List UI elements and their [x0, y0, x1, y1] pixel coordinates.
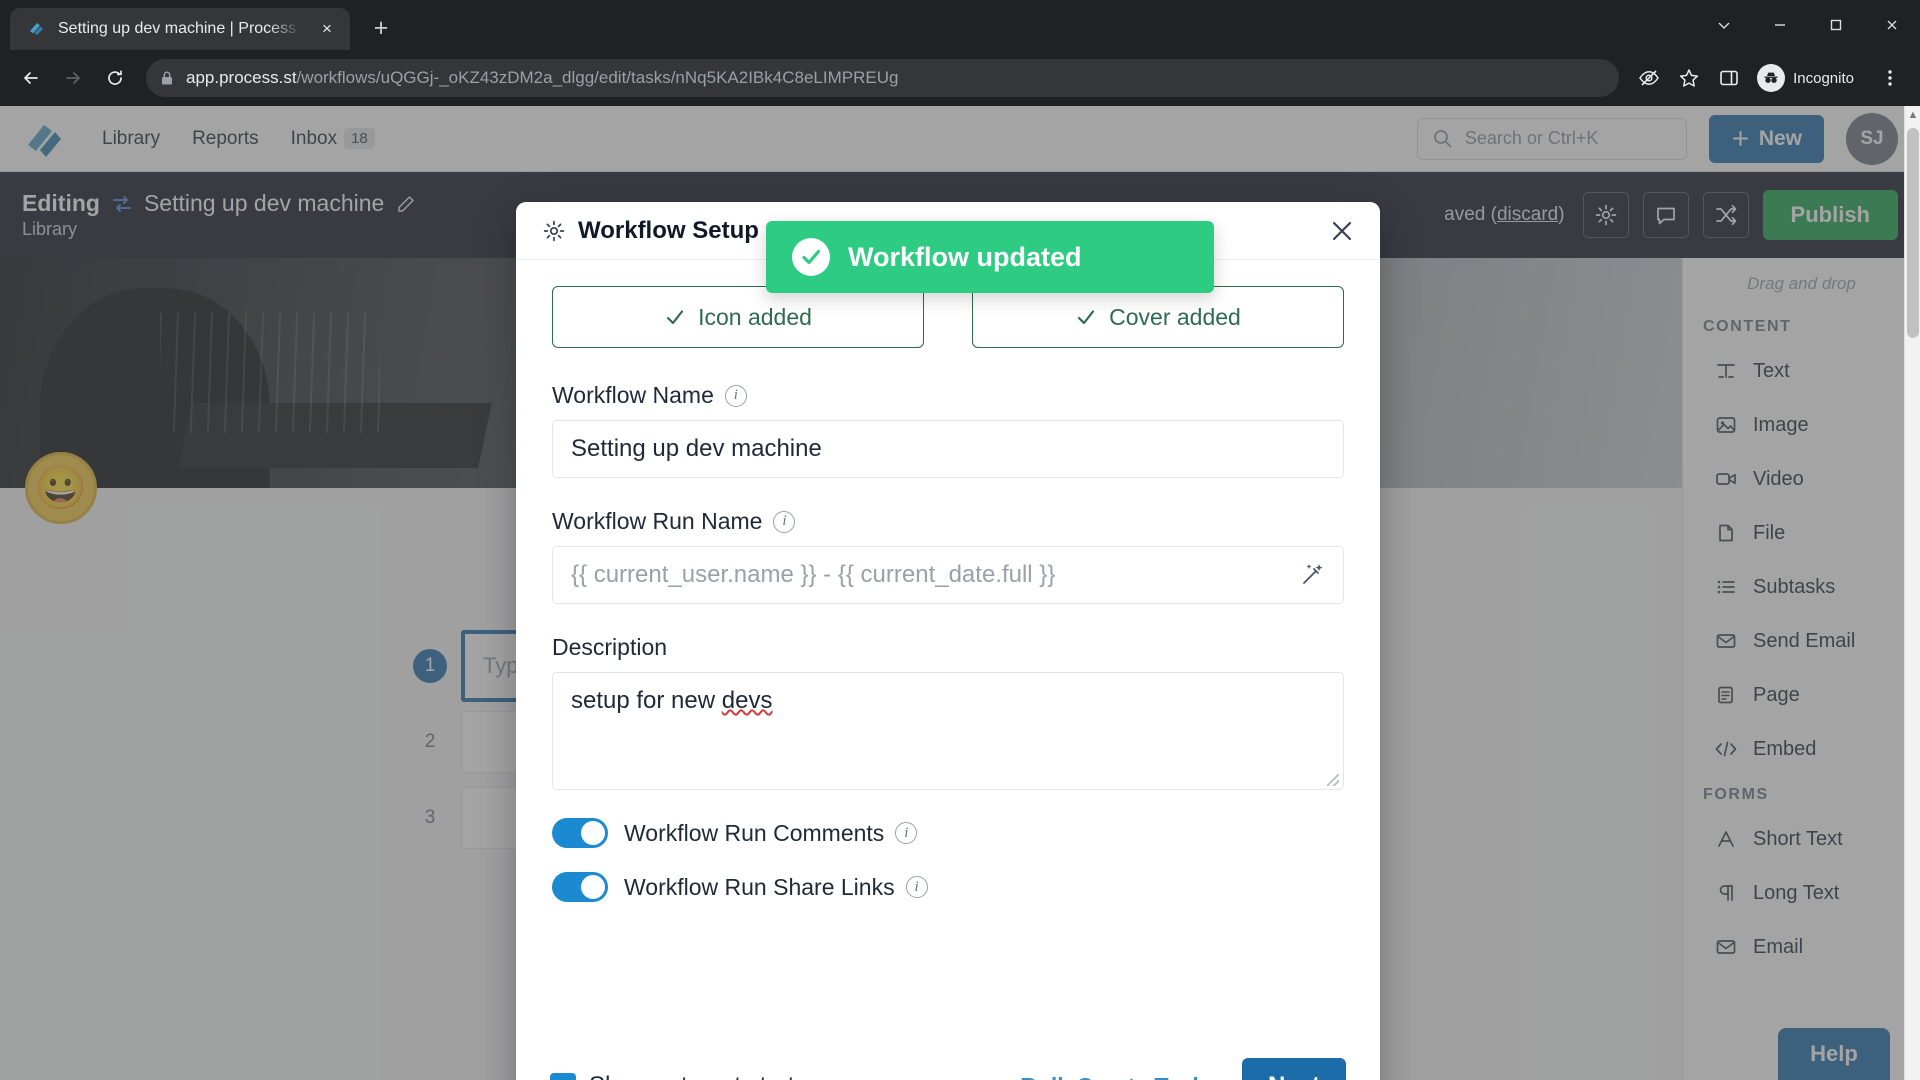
- url-text: app.process.st/workflows/uQGGj-_oKZ43zDM…: [186, 68, 1605, 88]
- chevron-down-icon[interactable]: [1696, 0, 1752, 50]
- modal-title-group: Workflow Setup: [542, 217, 759, 245]
- scrollbar-thumb[interactable]: [1907, 128, 1919, 338]
- workflow-run-name-input[interactable]: {{ current_user.name }} - {{ current_dat…: [552, 546, 1344, 604]
- process-st-logo-icon: [26, 19, 46, 39]
- modal-footer: Show setup at start Bulk Create Tasks Ne…: [516, 1040, 1380, 1080]
- check-circle-icon: [792, 238, 830, 276]
- show-setup-at-start-label: Show setup at start: [589, 1072, 794, 1080]
- toast-message: Workflow updated: [848, 241, 1082, 272]
- workflow-name-label-row: Workflow Name i: [552, 382, 1344, 409]
- browser-chrome: Setting up dev machine | Process × + app…: [0, 0, 1920, 106]
- check-icon: [1075, 306, 1097, 328]
- next-button[interactable]: Next: [1241, 1058, 1346, 1080]
- close-icon[interactable]: [1322, 211, 1362, 251]
- tab-strip: Setting up dev machine | Process × +: [0, 0, 1920, 50]
- next-button-label: Next: [1268, 1072, 1320, 1080]
- cover-added-label: Cover added: [1109, 303, 1241, 330]
- description-label: Description: [552, 634, 668, 660]
- page-viewport: Library Reports Inbox18 Search or Ctrl+K…: [0, 106, 1920, 1080]
- modal-title: Workflow Setup: [578, 216, 759, 244]
- workflow-run-comments-toggle[interactable]: [552, 818, 608, 848]
- info-icon[interactable]: i: [905, 876, 928, 898]
- resize-grip-icon[interactable]: [1327, 774, 1339, 786]
- workflow-run-name-wrapper: {{ current_user.name }} - {{ current_dat…: [552, 546, 1344, 604]
- workflow-setup-modal: Workflow Setup Icon added Cover added Wo…: [516, 202, 1380, 1080]
- url-domain: app.process.st: [186, 68, 297, 87]
- window-controls: [1696, 0, 1920, 50]
- close-icon[interactable]: [1864, 0, 1920, 50]
- info-icon[interactable]: i: [895, 822, 918, 844]
- workflow-run-name-label: Workflow Run Name: [552, 508, 763, 534]
- star-icon[interactable]: [1671, 60, 1707, 96]
- eye-off-icon[interactable]: [1631, 60, 1667, 96]
- show-setup-at-start-checkbox[interactable]: [550, 1073, 576, 1080]
- incognito-avatar-icon: [1757, 64, 1786, 92]
- address-bar[interactable]: app.process.st/workflows/uQGGj-_oKZ43zDM…: [146, 59, 1620, 97]
- side-panel-icon[interactable]: [1711, 60, 1747, 96]
- description-label-row: Description: [552, 634, 1344, 661]
- toggle-label: Workflow Run Comments: [624, 819, 885, 846]
- incognito-label: Incognito: [1793, 69, 1854, 87]
- info-icon[interactable]: i: [724, 384, 747, 407]
- scroll-up-arrow-icon[interactable]: ▲: [1905, 106, 1920, 124]
- browser-toolbar: app.process.st/workflows/uQGGj-_oKZ43zDM…: [0, 50, 1920, 106]
- gear-icon: [542, 219, 566, 243]
- workflow-run-share-links-row: Workflow Run Share Links i: [552, 872, 1344, 902]
- cover-added-button[interactable]: Cover added: [972, 286, 1344, 348]
- description-value: setup for new: [571, 687, 722, 714]
- workflow-run-share-links-label-group: Workflow Run Share Links i: [624, 874, 928, 901]
- magic-wand-icon[interactable]: [1300, 561, 1326, 587]
- description-textarea[interactable]: setup for new devs: [552, 672, 1344, 790]
- icon-added-label: Icon added: [698, 303, 812, 330]
- minimize-icon[interactable]: [1752, 0, 1808, 50]
- reload-icon[interactable]: [96, 59, 134, 97]
- workflow-run-name-placeholder: {{ current_user.name }} - {{ current_dat…: [571, 561, 1056, 588]
- icon-added-button[interactable]: Icon added: [552, 286, 924, 348]
- workflow-name-label: Workflow Name: [552, 382, 714, 408]
- workflow-run-comments-label-group: Workflow Run Comments i: [624, 819, 918, 847]
- check-icon: [664, 306, 686, 328]
- kebab-menu-icon[interactable]: [1872, 60, 1908, 96]
- tab-title: Setting up dev machine | Process: [58, 20, 297, 37]
- incognito-profile-button[interactable]: Incognito: [1751, 60, 1868, 96]
- forward-arrow-icon: [54, 59, 92, 97]
- url-path: /workflows/uQGGj-_oKZ43zDM2a_dlgg/edit/t…: [296, 68, 899, 87]
- workflow-name-input[interactable]: Setting up dev machine: [552, 420, 1344, 478]
- workflow-run-share-links-toggle[interactable]: [552, 872, 608, 902]
- workflow-name-value: Setting up dev machine: [571, 435, 822, 462]
- description-value-misspelled: devs: [721, 687, 773, 714]
- close-icon[interactable]: ×: [314, 16, 340, 42]
- workflow-run-name-label-row: Workflow Run Name i: [552, 508, 1344, 535]
- workflow-run-comments-row: Workflow Run Comments i: [552, 818, 1344, 848]
- browser-tab[interactable]: Setting up dev machine | Process ×: [10, 8, 350, 50]
- modal-body: Icon added Cover added Workflow Name i S…: [516, 260, 1380, 1040]
- lock-icon: [160, 70, 174, 86]
- page-scrollbar[interactable]: ▲: [1904, 106, 1920, 1080]
- maximize-icon[interactable]: [1808, 0, 1864, 50]
- bulk-create-tasks-button[interactable]: Bulk Create Tasks: [1020, 1073, 1218, 1080]
- toggle-label: Workflow Run Share Links: [624, 873, 895, 900]
- back-arrow-icon[interactable]: [12, 59, 50, 97]
- toast-notification[interactable]: Workflow updated: [766, 221, 1214, 293]
- info-icon[interactable]: i: [773, 510, 796, 533]
- added-buttons-row: Icon added Cover added: [552, 286, 1344, 348]
- new-tab-button[interactable]: +: [362, 9, 400, 47]
